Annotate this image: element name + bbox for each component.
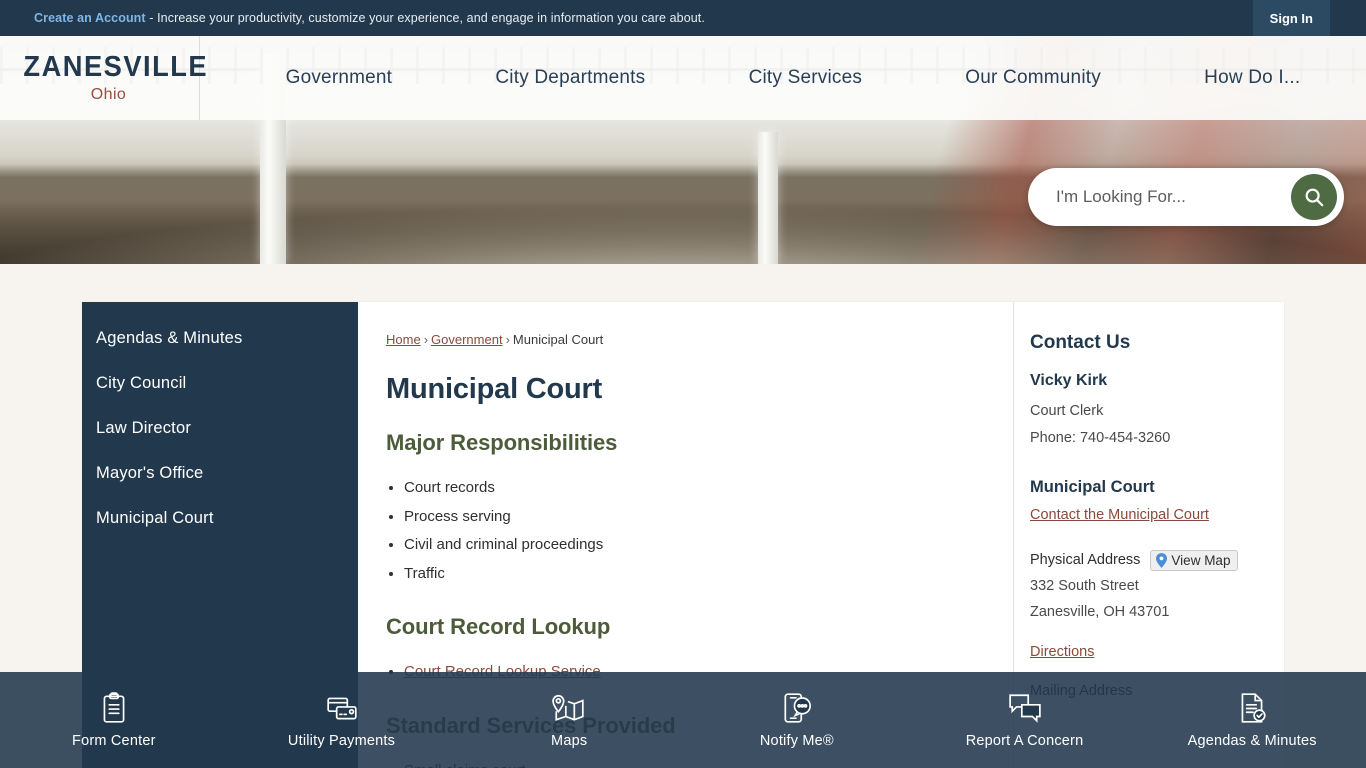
- nav-item-city-departments[interactable]: City Departments: [495, 67, 645, 89]
- quick-link-label: Report A Concern: [965, 733, 1084, 749]
- physical-address-row: Physical Address View Map: [1030, 549, 1260, 571]
- page-title: Municipal Court: [386, 373, 603, 405]
- physical-address-label: Physical Address: [1030, 552, 1141, 569]
- sidebar-item-agendas-minutes[interactable]: Agendas & Minutes: [82, 316, 358, 361]
- breadcrumb-home[interactable]: Home: [386, 332, 421, 347]
- contact-person-name: Vicky Kirk: [1030, 372, 1108, 389]
- sign-in-button[interactable]: Sign In: [1252, 0, 1330, 36]
- contact-department-name: Municipal Court: [1030, 477, 1155, 496]
- directions-link[interactable]: Directions: [1030, 644, 1094, 660]
- quick-link-agendas-minutes[interactable]: Agendas & Minutes: [1138, 672, 1366, 768]
- search-button[interactable]: [1291, 174, 1337, 220]
- breadcrumb-current: Municipal Court: [512, 332, 604, 347]
- nav-item-how-do-i[interactable]: How Do I...: [1204, 67, 1300, 89]
- logo-state-name: Ohio: [90, 85, 127, 103]
- breadcrumb: Home › Government › Municipal Court: [386, 332, 983, 347]
- quick-link-label: Utility Payments: [287, 733, 396, 749]
- breadcrumb-separator-1: ›: [423, 332, 429, 347]
- contact-phone: Phone: 740-454-3260: [1030, 429, 1171, 446]
- major-responsibilities-list: Court records Process serving Civil and …: [404, 474, 983, 588]
- site-logo[interactable]: ZANESVILLE Ohio: [0, 36, 209, 120]
- search-input[interactable]: [1056, 187, 1291, 207]
- speech-bubbles-icon: [1008, 694, 1041, 723]
- hero-banner: ZANESVILLE Ohio Government City Departme…: [0, 36, 1366, 264]
- nav-item-our-community[interactable]: Our Community: [965, 67, 1101, 89]
- quick-link-utility-payments[interactable]: Utility Payments: [228, 672, 456, 768]
- nav-item-city-services[interactable]: City Services: [749, 67, 862, 89]
- site-search: [1028, 168, 1344, 226]
- list-item: Court records: [404, 474, 983, 503]
- logo-city-name: ZANESVILLE: [23, 50, 209, 83]
- quick-link-label: Notify Me®: [759, 733, 834, 749]
- primary-nav: Government City Departments City Service…: [200, 36, 1366, 120]
- contact-spacer: [1030, 452, 1260, 478]
- quick-link-label: Agendas & Minutes: [1187, 733, 1317, 749]
- create-account-message: Create an Account - Increase your produc…: [34, 11, 705, 25]
- sidebar-item-municipal-court[interactable]: Municipal Court: [82, 496, 358, 541]
- search-icon: [1305, 188, 1324, 207]
- address-line-1: 332 South Street: [1030, 577, 1139, 594]
- main-navigation-bar: ZANESVILLE Ohio Government City Departme…: [0, 36, 1366, 120]
- view-map-button[interactable]: View Map: [1150, 549, 1239, 571]
- address-line-2: Zanesville, OH 43701: [1030, 604, 1170, 621]
- quick-link-label: Maps: [551, 733, 588, 749]
- map-pin-fold-icon: [552, 695, 584, 721]
- sidebar-item-city-council[interactable]: City Council: [82, 361, 358, 406]
- top-utility-bar: Create an Account - Increase your produc…: [0, 0, 1366, 36]
- phone-chat-icon: [784, 693, 811, 723]
- contact-heading: Contact Us: [1030, 332, 1131, 353]
- nav-item-government[interactable]: Government: [286, 67, 393, 89]
- list-item: Traffic: [404, 560, 983, 589]
- breadcrumb-separator-2: ›: [505, 332, 510, 347]
- clipboard-icon: [103, 692, 125, 723]
- document-check-icon: [1241, 693, 1266, 723]
- breadcrumb-government[interactable]: Government: [431, 332, 503, 347]
- contact-department-link[interactable]: Contact the Municipal Court: [1030, 507, 1209, 523]
- bridge-pier-right: [758, 131, 779, 264]
- list-item: Process serving: [404, 503, 983, 532]
- map-pin-icon: [1156, 552, 1168, 568]
- quick-links-bar: Form Center Utility Payments Maps Notify…: [0, 672, 1366, 768]
- list-item: Civil and criminal proceedings: [404, 531, 983, 560]
- section-heading-court-record-lookup: Court Record Lookup: [386, 614, 611, 639]
- quick-link-notify-me[interactable]: Notify Me®: [683, 672, 911, 768]
- quick-link-maps[interactable]: Maps: [455, 672, 683, 768]
- section-heading-major-responsibilities: Major Responsibilities: [386, 430, 618, 455]
- quick-link-label: Form Center: [72, 733, 156, 749]
- quick-link-form-center[interactable]: Form Center: [0, 672, 228, 768]
- contact-person-title: Court Clerk: [1030, 403, 1104, 419]
- quick-link-report-a-concern[interactable]: Report A Concern: [911, 672, 1139, 768]
- sidebar-item-mayors-office[interactable]: Mayor's Office: [82, 451, 358, 496]
- create-account-link[interactable]: Create an Account: [34, 11, 146, 25]
- create-account-text: - Increase your productivity, customize …: [145, 11, 705, 25]
- sidebar-item-law-director[interactable]: Law Director: [82, 406, 358, 451]
- credit-card-icon: [326, 697, 357, 720]
- view-map-label: View Map: [1171, 552, 1231, 568]
